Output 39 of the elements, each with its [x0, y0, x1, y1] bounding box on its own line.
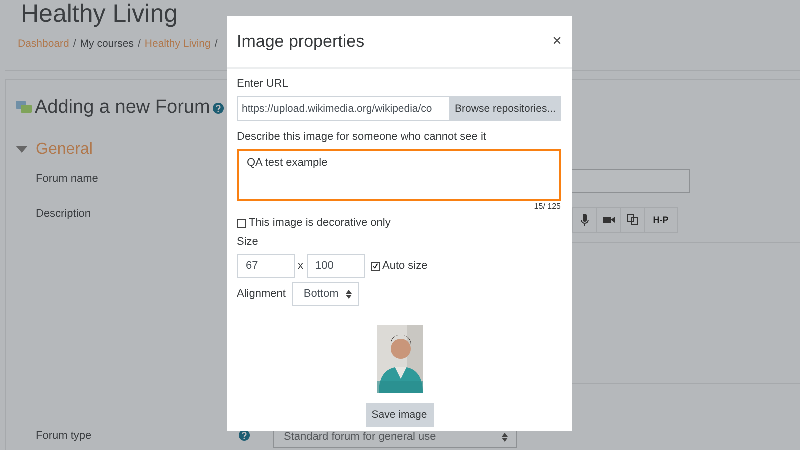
breadcrumb-separator: / — [138, 38, 141, 50]
field-label: Enter URL — [237, 77, 290, 92]
page-title: Healthy Living — [21, 0, 178, 30]
field-label: Description — [36, 208, 92, 222]
alignment-dropdown[interactable]: Bottom — [292, 282, 359, 306]
field-label: Forum type — [36, 430, 92, 444]
field-label: Describe this image for someone who cannot see it — [237, 130, 488, 145]
help-icon — [213, 102, 224, 114]
save-image-button[interactable]: Save image — [366, 403, 434, 427]
field-label: Alignment — [237, 288, 286, 300]
page-heading: Adding a new Forum — [35, 97, 210, 119]
dropdown-value: Bottom — [304, 288, 339, 300]
up-down-arrows-icon — [346, 290, 352, 298]
checkbox[interactable] — [370, 262, 380, 270]
field-label: Forum name — [36, 173, 98, 187]
dropdown-value: Standard forum for general use — [284, 431, 436, 443]
checkbox-label: Auto size — [382, 260, 428, 272]
size-separator: x — [298, 260, 304, 272]
chat-bubbles-icon — [16, 101, 32, 115]
browse-repositories-button[interactable]: Browse repositories... — [450, 96, 561, 121]
url-field[interactable]: https://upload.wikimedia.org/wikipedia/co — [237, 96, 450, 121]
breadcrumb-item: My courses — [80, 38, 134, 50]
height-field[interactable]: 100 — [306, 254, 364, 278]
breadcrumb-separator: / — [214, 38, 218, 50]
character-counter: 15/ 125 — [533, 201, 562, 213]
checkmark-icon — [372, 262, 378, 270]
copy-icon — [626, 214, 638, 226]
dialog-title: Image properties — [237, 32, 365, 52]
checkbox[interactable] — [237, 218, 246, 228]
close-button[interactable]: × — [552, 32, 562, 50]
video-camera-icon — [602, 214, 614, 226]
toolbar-button[interactable]: H-P — [644, 208, 677, 232]
breadcrumb-separator: / — [73, 38, 76, 50]
description-field[interactable]: QA test example — [237, 149, 561, 201]
microphone-icon — [578, 214, 590, 226]
width-field[interactable]: 67 — [237, 254, 295, 278]
up-down-arrows-icon — [502, 432, 508, 442]
checkbox-label: This image is decorative only — [249, 217, 391, 229]
field-label: Size — [237, 235, 260, 250]
